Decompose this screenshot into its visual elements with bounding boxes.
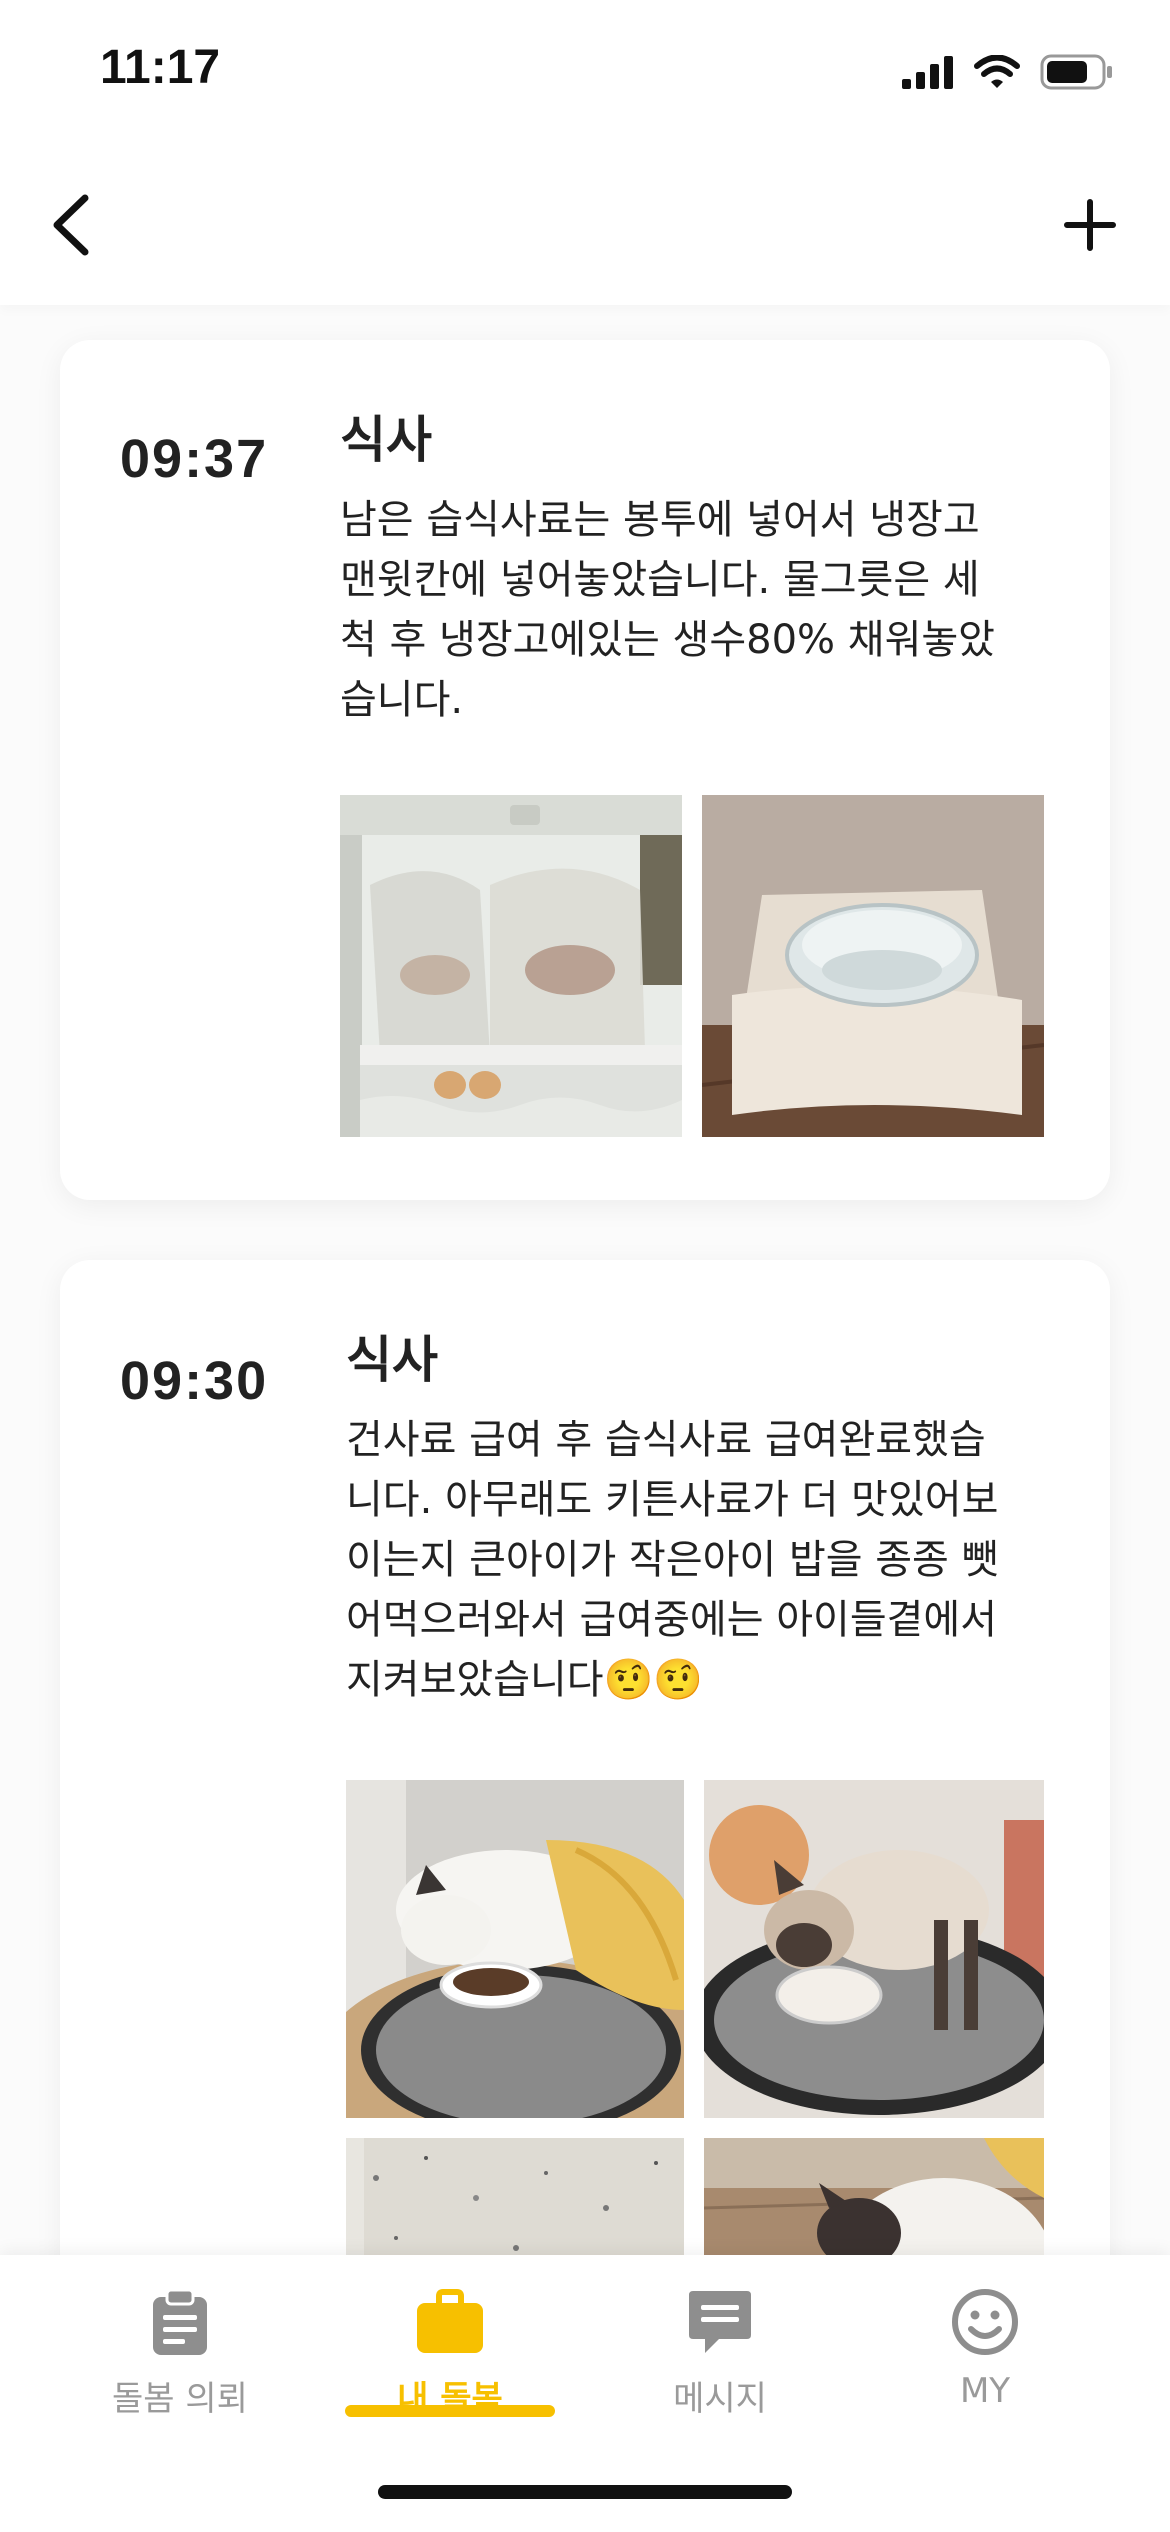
fridge-bags-photo[interactable] — [340, 795, 682, 1137]
chevron-left-icon — [53, 194, 89, 256]
cat-eating-photo-2[interactable] — [704, 1780, 1044, 2118]
cat-photo-3[interactable] — [704, 2138, 1044, 2255]
signal-icon — [902, 56, 953, 89]
care-log-card[interactable]: 09:37 식사 남은 습식사료는 봉투에 넣어서 냉장고 맨윗칸에 넣어놓았습… — [60, 340, 1110, 1200]
smiley-icon — [952, 2289, 1018, 2355]
add-button[interactable] — [1050, 185, 1130, 265]
entry-time: 09:37 — [120, 429, 269, 489]
tab-my-care[interactable]: 내 돌봄 — [320, 2279, 580, 2449]
wifi-icon — [974, 55, 1020, 88]
back-button[interactable] — [30, 180, 110, 270]
status-time: 11:17 — [100, 41, 221, 94]
status-bar: 11:17 — [0, 0, 1170, 150]
status-icons — [902, 52, 1114, 92]
tab-label: 돌봄 의뢰 — [112, 2379, 248, 2419]
water-bowl-photo[interactable] — [702, 795, 1044, 1137]
entry-description: 건사료 급여 후 습식사료 급여완료했습 니다. 아무래도 키튼사료가 더 맛있… — [346, 1417, 999, 1703]
home-indicator[interactable] — [378, 2485, 792, 2499]
briefcase-icon — [417, 2289, 483, 2353]
clipboard-icon — [153, 2288, 207, 2355]
message-icon — [689, 2291, 751, 2353]
tab-my[interactable]: MY — [855, 2279, 1115, 2449]
plus-icon — [1064, 199, 1116, 251]
tab-care-request[interactable]: 돌봄 의뢰 — [50, 2279, 310, 2449]
care-log-card[interactable]: 09:30 식사 건사료 급여 후 습식사료 급여완료했습 니다. 아무래도 키… — [60, 1260, 1110, 2255]
tab-label: 메시지 — [673, 2379, 767, 2419]
care-log-list[interactable]: 09:37 식사 남은 습식사료는 봉투에 넣어서 냉장고 맨윗칸에 넣어놓았습… — [0, 305, 1170, 2255]
entry-description: 남은 습식사료는 봉투에 넣어서 냉장고 맨윗칸에 넣어놓았습니다. 물그릇은 … — [340, 497, 995, 723]
tab-label: MY — [959, 2371, 1011, 2411]
navigation-bar — [0, 150, 1170, 305]
entry-title: 식사 — [346, 1331, 438, 1389]
entry-title: 식사 — [340, 411, 432, 469]
cat-eating-photo-1[interactable] — [346, 1780, 684, 2118]
active-tab-indicator — [345, 2405, 555, 2417]
floor-photo[interactable] — [346, 2138, 684, 2255]
battery-icon — [1040, 54, 1112, 90]
tab-messages[interactable]: 메시지 — [590, 2279, 850, 2449]
entry-time: 09:30 — [120, 1351, 269, 1411]
